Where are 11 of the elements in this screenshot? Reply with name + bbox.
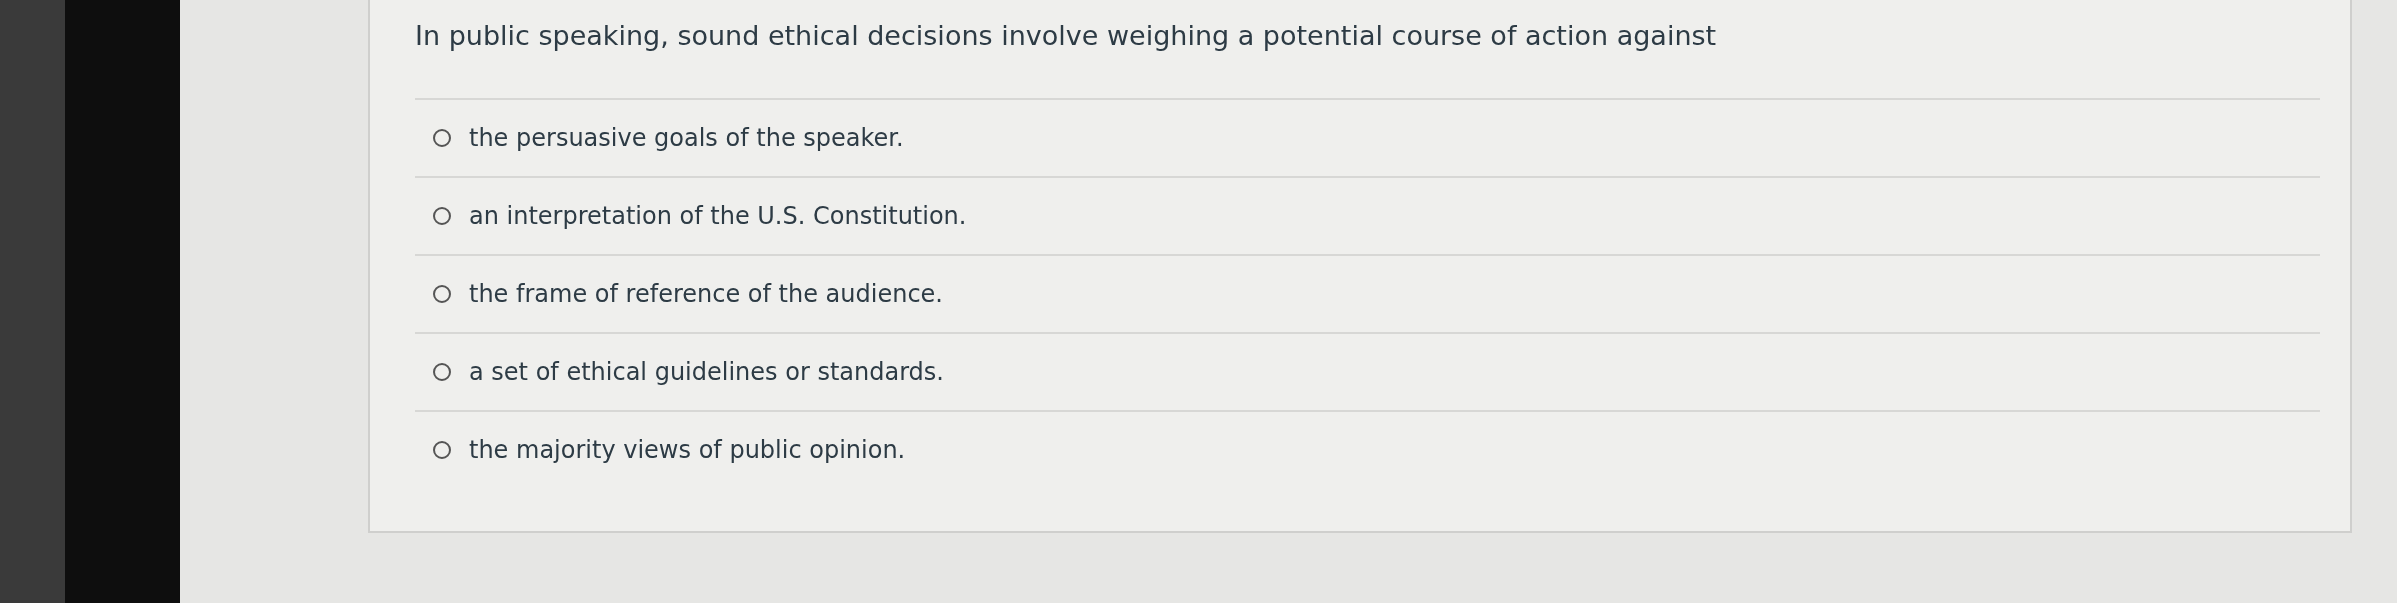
radio-button[interactable] <box>433 363 451 381</box>
radio-button[interactable] <box>433 207 451 225</box>
radio-button[interactable] <box>433 129 451 147</box>
answer-option[interactable]: the persuasive goals of the speaker. <box>415 98 2320 176</box>
radio-button[interactable] <box>433 441 451 459</box>
answer-option[interactable]: a set of ethical guidelines or standards. <box>415 332 2320 410</box>
radio-button[interactable] <box>433 285 451 303</box>
answer-option[interactable]: the majority views of public opinion. <box>415 410 2320 488</box>
answer-option[interactable]: the frame of reference of the audience. <box>415 254 2320 332</box>
question-text: In public speaking, sound ethical decisions involve weighing a potential course of action against <box>415 20 1718 53</box>
answer-option[interactable]: an interpretation of the U.S. Constitution. <box>415 176 2320 254</box>
